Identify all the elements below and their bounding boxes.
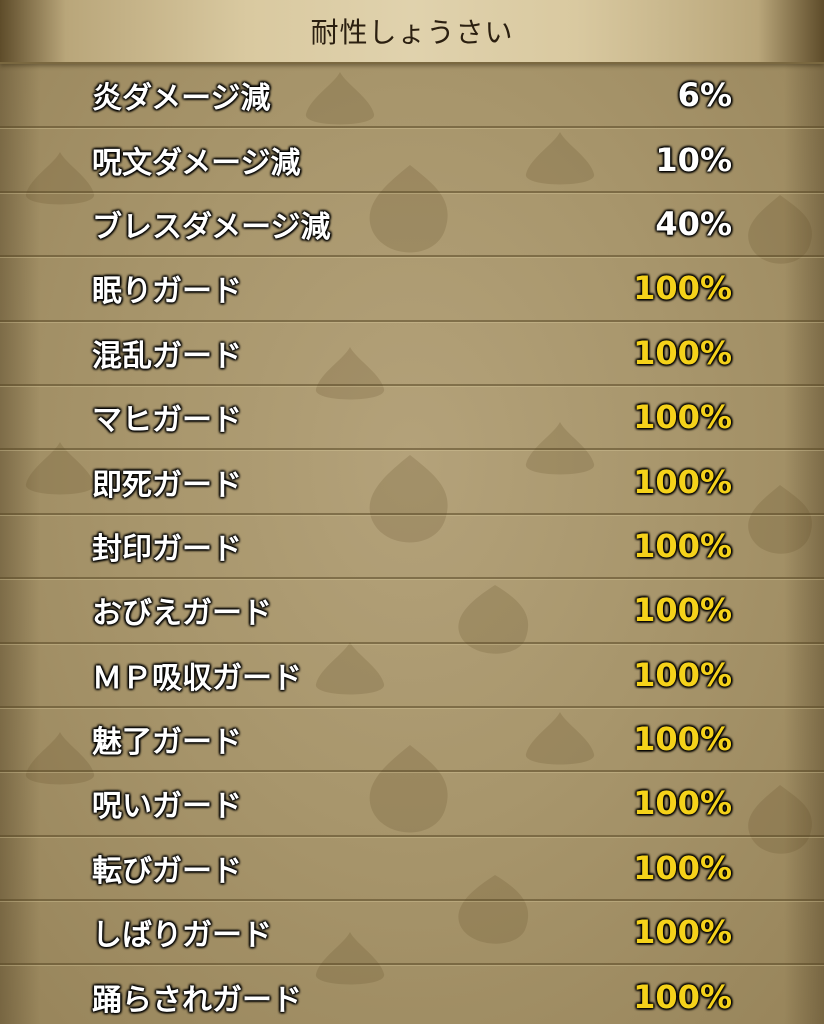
list-item: おびえガード 100% — [0, 579, 824, 644]
list-item: 即死ガード 100% — [0, 450, 824, 515]
list-item: 炎ダメージ減 6% — [0, 64, 824, 129]
resistance-panel: 耐性しょうさい 炎ダメージ減 6% 呪文ダメージ減 10% ブレスダメージ減 40% 眠りガ… — [0, 0, 824, 1024]
list-item: 混乱ガード 100% — [0, 322, 824, 386]
list-item: ＭＰ吸収ガード 100% — [0, 644, 824, 708]
resistance-label: 眠りガード — [92, 274, 242, 310]
resistance-value: 100% — [633, 655, 732, 694]
resistance-value: 100% — [633, 526, 732, 565]
resistance-label: 封印ガード — [92, 531, 242, 567]
resistance-label: おびえガード — [92, 596, 272, 632]
resistance-label: ブレスダメージ減 — [92, 209, 331, 245]
resistance-label: 踊らされガード — [92, 982, 302, 1018]
resistance-label: 即死ガード — [92, 467, 242, 503]
resistance-label: 呪いガード — [92, 789, 242, 825]
resistance-value: 100% — [633, 591, 732, 630]
resistance-label: マヒガード — [92, 403, 242, 439]
list-item: しばりガード 100% — [0, 901, 824, 966]
list-item: ブレスダメージ減 40% — [0, 193, 824, 258]
list-item: 転びガード 100% — [0, 837, 824, 902]
list-item: マヒガード 100% — [0, 386, 824, 451]
resistance-value: 100% — [633, 398, 732, 437]
resistance-label: 炎ダメージ減 — [92, 81, 271, 117]
resistance-value: 100% — [633, 720, 732, 759]
resistance-value: 100% — [633, 977, 732, 1016]
resistance-value: 100% — [633, 848, 732, 887]
resistance-label: ＭＰ吸収ガード — [92, 660, 302, 696]
resistance-value: 100% — [633, 913, 732, 952]
list-item: 眠りガード 100% — [0, 257, 824, 322]
resistance-value: 100% — [633, 784, 732, 823]
list-item: 呪文ダメージ減 10% — [0, 128, 824, 193]
resistance-value: 100% — [633, 462, 732, 501]
resistance-label: しばりガード — [92, 918, 272, 954]
resistance-label: 魅了ガード — [92, 725, 242, 761]
resistance-value: 10% — [655, 140, 732, 179]
resistance-value: 6% — [677, 76, 732, 115]
list-item: 魅了ガード 100% — [0, 708, 824, 773]
resistance-label: 混乱ガード — [92, 338, 242, 374]
resistance-list: 炎ダメージ減 6% 呪文ダメージ減 10% ブレスダメージ減 40% 眠りガード 100% 混乱… — [0, 64, 824, 1024]
list-item: 封印ガード 100% — [0, 515, 824, 580]
resistance-value: 100% — [633, 333, 732, 372]
panel-header: 耐性しょうさい — [0, 0, 824, 64]
resistance-value: 100% — [633, 269, 732, 308]
resistance-label: 呪文ダメージ減 — [92, 145, 301, 181]
resistance-value: 40% — [655, 204, 732, 243]
page-title: 耐性しょうさい — [310, 16, 514, 49]
resistance-label: 転びガード — [92, 853, 242, 889]
list-item: 踊らされガード 100% — [0, 965, 824, 1024]
list-item: 呪いガード 100% — [0, 772, 824, 837]
